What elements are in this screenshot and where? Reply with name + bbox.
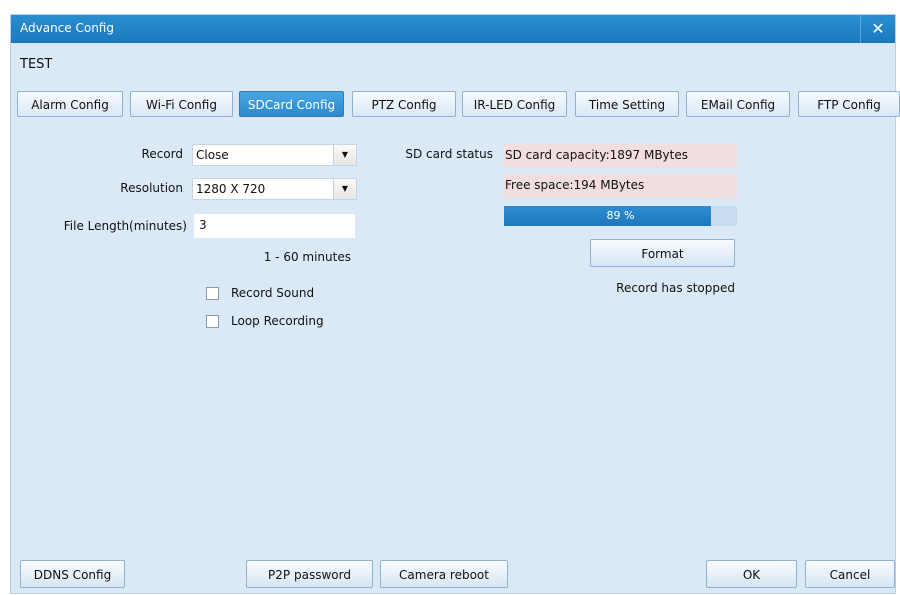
record-sound-checkbox[interactable] — [206, 286, 219, 300]
record-select[interactable]: Close ▼ — [192, 144, 357, 166]
footer-bar: DDNS Config P2P password Camera reboot O… — [11, 555, 895, 593]
resolution-value: 1280 X 720 — [196, 182, 266, 196]
tab-alarm-config[interactable]: Alarm Config — [17, 91, 123, 117]
file-length-input[interactable]: 3 — [194, 214, 355, 238]
sdcard-config-panel: Record Close ▼ Resolution 1280 X 720 ▼ F… — [11, 122, 895, 552]
loop-recording-label: Loop Recording — [231, 314, 324, 328]
tab-sdcard-config[interactable]: SDCard Config — [239, 91, 344, 117]
close-button[interactable]: ✕ — [860, 15, 895, 43]
free-space-box: Free space:194 MBytes — [504, 174, 737, 198]
format-button[interactable]: Format — [590, 239, 735, 267]
camera-reboot-button[interactable]: Camera reboot — [380, 560, 508, 588]
tab-time-setting[interactable]: Time Setting — [575, 91, 679, 117]
ok-button[interactable]: OK — [706, 560, 797, 588]
tab-email-config[interactable]: EMail Config — [686, 91, 790, 117]
usage-progress-bar: 89 % — [504, 206, 737, 226]
device-name: TEST — [20, 57, 53, 72]
resolution-label: Resolution — [120, 181, 183, 195]
sd-capacity-text: SD card capacity:1897 MBytes — [505, 148, 688, 162]
record-label: Record — [141, 147, 183, 161]
file-length-value: 3 — [199, 218, 207, 232]
dropdown-arrow-icon[interactable]: ▼ — [333, 145, 356, 165]
record-sound-row[interactable]: Record Sound — [206, 286, 314, 300]
free-space-text: Free space:194 MBytes — [505, 178, 645, 192]
window-title: Advance Config — [20, 21, 114, 35]
advance-config-window: Advance Config ✕ TEST Alarm Config Wi-Fi… — [10, 14, 900, 594]
sd-status-label: SD card status — [405, 147, 493, 161]
title-bar: Advance Config ✕ — [11, 15, 895, 43]
loop-recording-checkbox[interactable] — [206, 314, 219, 328]
dropdown-arrow-icon[interactable]: ▼ — [333, 179, 356, 199]
tab-bar: Alarm Config Wi-Fi Config SDCard Config … — [11, 87, 900, 119]
ddns-config-button[interactable]: DDNS Config — [20, 560, 125, 588]
tab-ftp-config[interactable]: FTP Config — [798, 91, 900, 117]
resolution-select[interactable]: 1280 X 720 ▼ — [192, 178, 357, 200]
tab-wifi-config[interactable]: Wi-Fi Config — [130, 91, 233, 117]
file-length-label: File Length(minutes) — [63, 219, 187, 233]
record-sound-label: Record Sound — [231, 286, 315, 300]
close-icon: ✕ — [871, 19, 885, 38]
record-value: Close — [196, 148, 229, 162]
sd-capacity-box: SD card capacity:1897 MBytes — [504, 144, 737, 168]
p2p-password-button[interactable]: P2P password — [246, 560, 373, 588]
record-status-text: Record has stopped — [616, 281, 735, 295]
range-hint: 1 - 60 minutes — [263, 250, 351, 264]
tab-ptz-config[interactable]: PTZ Config — [352, 91, 456, 117]
tab-ir-led-config[interactable]: IR-LED Config — [462, 91, 567, 117]
usage-progress-text: 89 % — [606, 209, 635, 222]
loop-recording-row[interactable]: Loop Recording — [206, 314, 324, 328]
cancel-button[interactable]: Cancel — [805, 560, 895, 588]
